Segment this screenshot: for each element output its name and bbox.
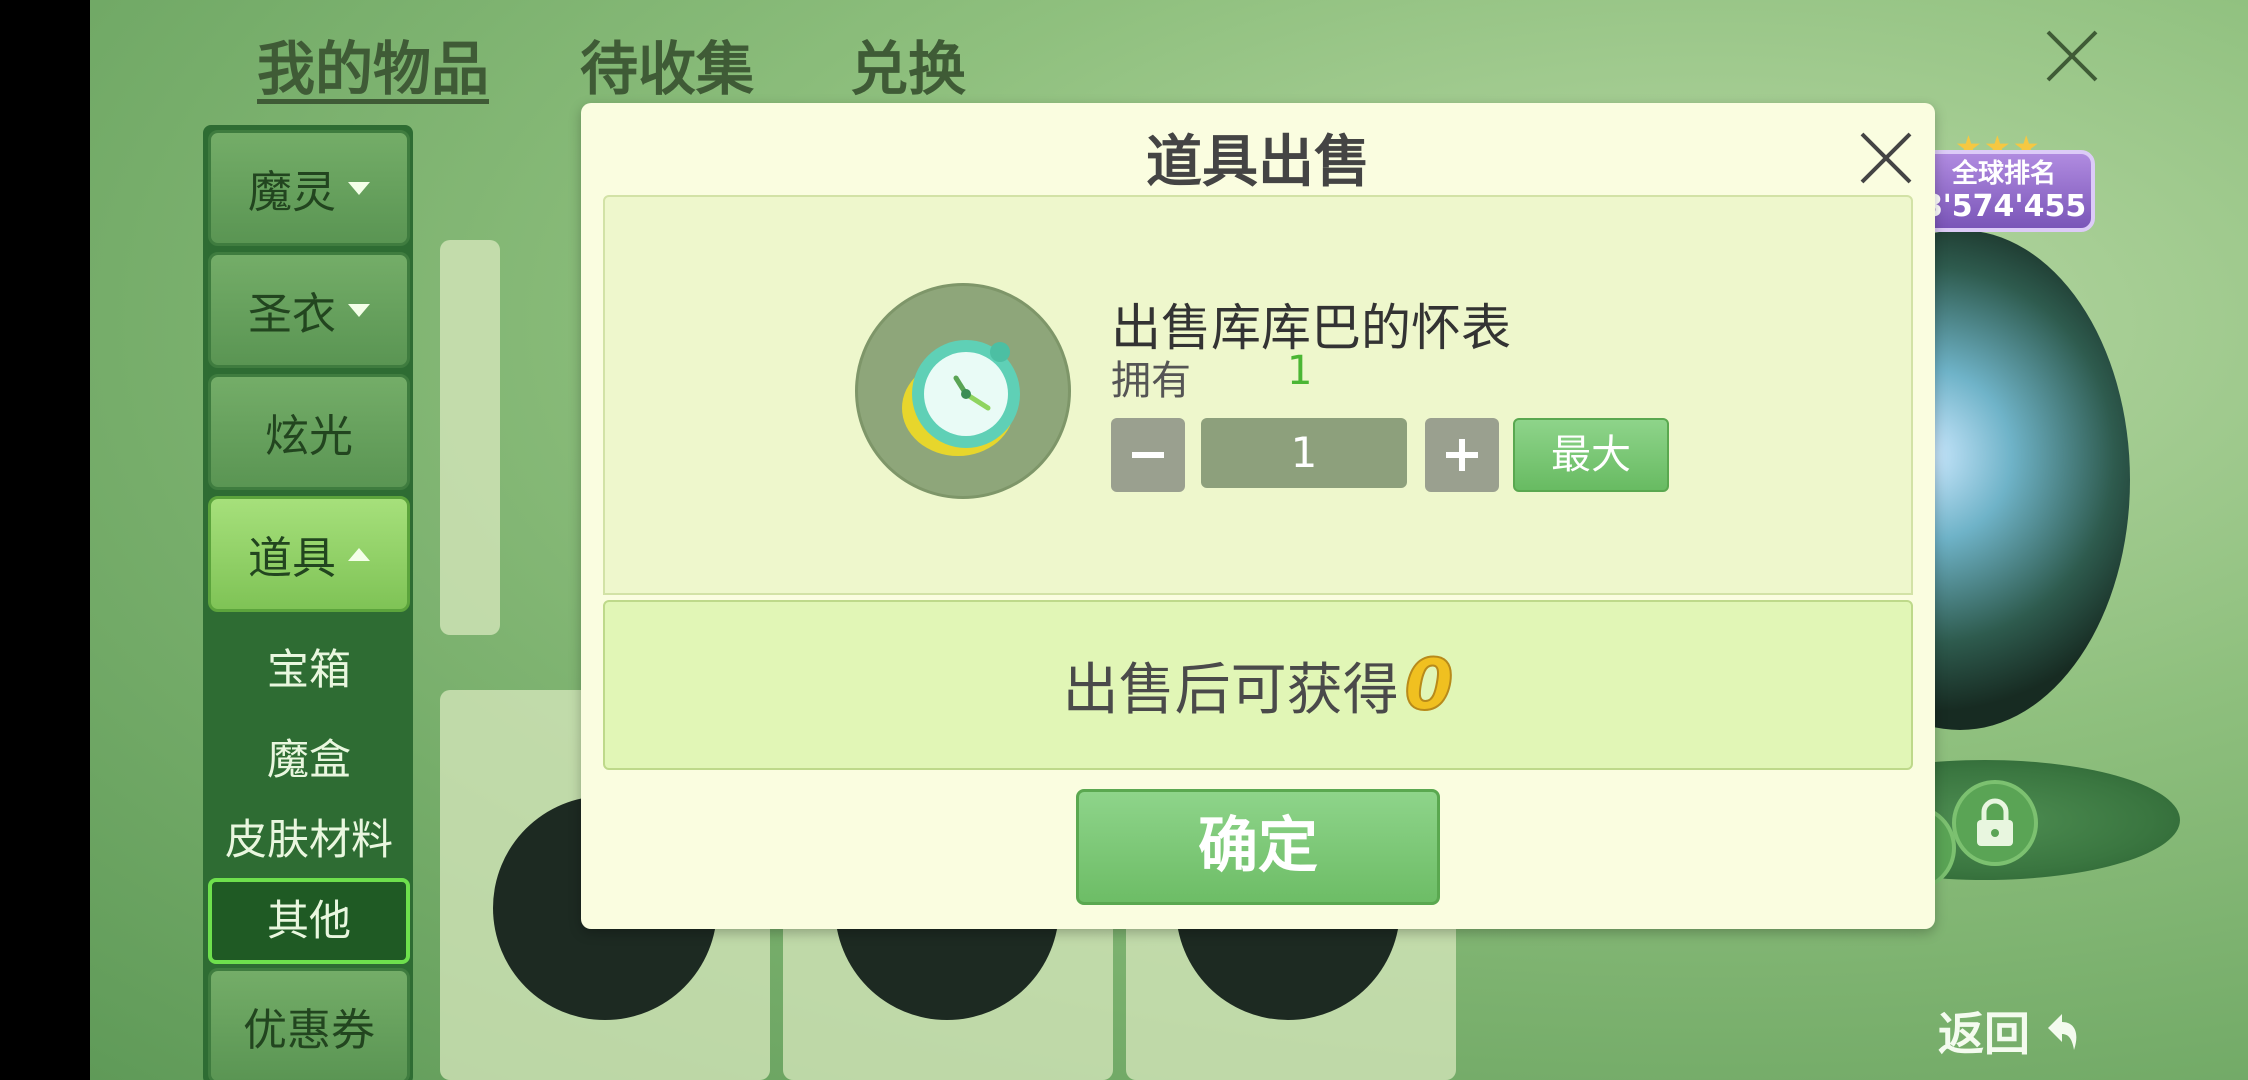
reward-value: 0 — [1404, 643, 1455, 727]
category-label: 圣衣 — [248, 289, 336, 340]
rank-value: 8'574'455 — [1921, 189, 2087, 224]
category-label: 优惠券 — [243, 1005, 375, 1056]
decrease-quantity-button[interactable] — [1111, 418, 1185, 492]
back-button[interactable]: 返回 — [1938, 998, 2084, 1064]
rank-label: 全球排名 — [1951, 159, 2056, 189]
chevron-down-icon — [348, 181, 370, 195]
minus-icon — [1132, 452, 1164, 458]
sale-reward-panel: 出售后可获得 0 — [603, 600, 1913, 770]
lock-icon[interactable] — [1952, 780, 2038, 866]
category-moling[interactable]: 魔灵 — [208, 130, 410, 246]
subcategory-other[interactable]: 其他 — [208, 878, 410, 964]
category-coupon[interactable]: 优惠券 — [208, 968, 410, 1080]
owned-count: 1 — [1287, 348, 1313, 394]
subcategory-mohe[interactable]: 魔盒 — [208, 726, 410, 787]
close-icon[interactable] — [1857, 129, 1915, 187]
max-quantity-button[interactable]: 最大 — [1513, 418, 1669, 492]
chevron-down-icon — [348, 303, 370, 317]
tab-to-collect[interactable]: 待收集 — [580, 22, 754, 106]
global-rank-badge[interactable]: 全球排名 8'574'455 — [1913, 150, 2095, 232]
dialog-title: 道具出售 — [1146, 130, 1370, 195]
reward-label: 出售后可获得 — [1062, 657, 1399, 723]
tab-my-items[interactable]: 我的物品 — [257, 22, 489, 106]
owned-label: 拥有 — [1111, 358, 1191, 404]
category-daoju[interactable]: 道具 — [208, 496, 410, 612]
chevron-up-icon — [348, 547, 370, 561]
quantity-input[interactable]: 1 — [1201, 418, 1407, 488]
plus-icon — [1446, 439, 1478, 471]
back-arrow-icon — [2048, 1014, 2077, 1050]
item-card[interactable] — [440, 240, 500, 635]
item-info-panel — [603, 195, 1913, 595]
category-label: 炫光 — [265, 411, 353, 462]
category-xuanguang[interactable]: 炫光 — [208, 374, 410, 490]
category-label: 道具 — [248, 533, 336, 584]
increase-quantity-button[interactable] — [1425, 418, 1499, 492]
item-icon — [855, 283, 1071, 499]
category-shengyi[interactable]: 圣衣 — [208, 252, 410, 368]
game-screen: 我的物品 待收集 兑换 魔灵 圣衣 炫光 道具 宝箱 魔盒 皮肤材料 其他 优惠… — [90, 0, 2248, 1080]
subcategory-skin-material[interactable]: 皮肤材料 — [208, 806, 410, 867]
close-icon[interactable] — [2042, 26, 2102, 86]
pocket-watch-icon — [902, 340, 1020, 456]
subcategory-baoxiang[interactable]: 宝箱 — [208, 636, 410, 697]
back-label: 返回 — [1938, 1007, 2030, 1061]
tab-exchange[interactable]: 兑换 — [850, 22, 966, 106]
category-label: 魔灵 — [248, 167, 336, 218]
confirm-button[interactable]: 确定 — [1076, 789, 1440, 905]
sell-item-dialog: 道具出售 出售库库巴的怀表 拥有 1 1 最大 出售后可获得 0 确定 — [581, 103, 1935, 929]
